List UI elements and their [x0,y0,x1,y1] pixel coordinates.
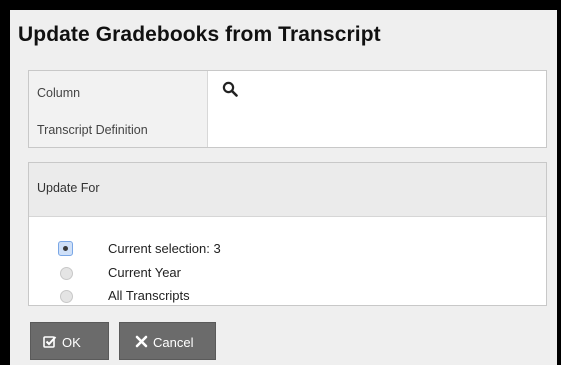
cancel-button[interactable]: Cancel [119,322,216,360]
radio-option-current-selection[interactable]: Current selection: 3 [29,241,429,259]
update-for-label: Update For [37,181,100,195]
radio-button-selected[interactable] [58,241,73,256]
ok-button[interactable]: OK [30,322,109,360]
dialog-title: Update Gradebooks from Transcript [18,23,381,46]
radio-option-all-transcripts[interactable]: All Transcripts [29,288,429,306]
update-gradebooks-dialog: Update Gradebooks from Transcript Column… [10,10,557,365]
column-label: Column [37,86,81,100]
column-label-cell: Column Transcript Definition [29,71,208,147]
radio-label: Current selection: 3 [108,241,221,256]
search-icon[interactable] [222,81,238,97]
update-for-section: Update For Current selection: 3 Current … [28,162,547,306]
check-square-icon [43,335,57,349]
transcript-definition-label: Transcript Definition [37,123,148,137]
ok-label: OK [62,335,81,350]
radio-label: All Transcripts [108,288,190,303]
radio-label: Current Year [108,265,181,280]
radio-option-current-year[interactable]: Current Year [29,265,429,283]
radio-button[interactable] [60,267,73,280]
column-field-box: Column Transcript Definition [28,70,547,148]
cancel-label: Cancel [153,335,194,350]
update-for-header: Update For [29,163,546,217]
radio-button[interactable] [60,290,73,303]
close-icon [135,335,149,349]
